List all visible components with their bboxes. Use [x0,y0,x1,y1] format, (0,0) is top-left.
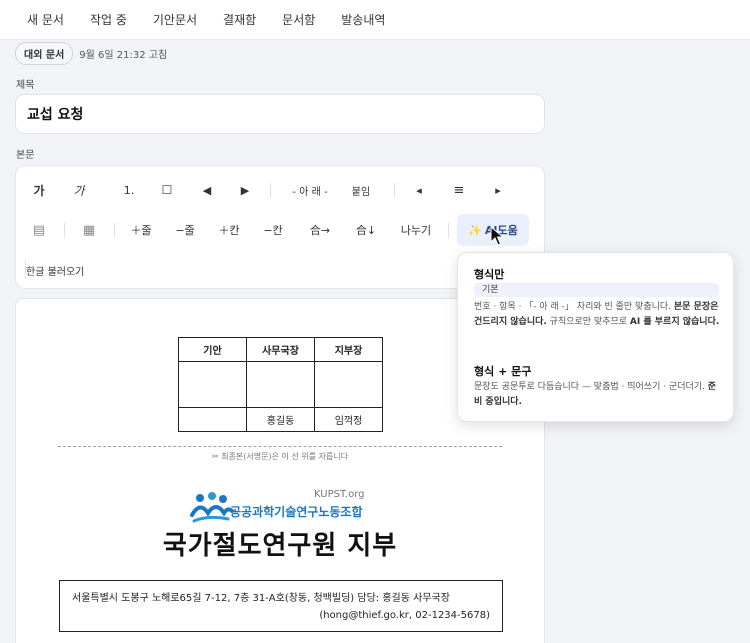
next-arrow-icon[interactable]: ▶ [234,174,256,206]
delete-column-button[interactable]: −칸 [258,214,288,246]
doc-meta: 대외 문서 9월 6일 21:32 고침 [15,42,167,65]
title-label: 제목 [16,80,35,91]
nav-in-progress[interactable]: 작업 중 [77,0,140,40]
logo-org-name: 공공과학기술연구노동조합 [230,505,363,519]
option-default-chip: 기본 [474,283,719,297]
toolbar-divider [448,223,449,238]
split-cell-button[interactable]: 나누기 [396,214,436,246]
approval-header-secretary: 사무국장 [246,337,315,362]
list-icon[interactable]: ▤ [28,214,50,246]
nav-sent-history[interactable]: 발송내역 [328,0,398,40]
add-row-button[interactable]: ＋줄 [126,214,156,246]
mouse-cursor-icon [490,226,504,246]
approval-signature-cell [314,361,383,408]
nav-drafts[interactable]: 기안문서 [140,0,210,40]
option-format-text-desc: 문장도 공문투로 다듬습니다 — 맞춤법 · 띄어쓰기 · 군더더기. 준비 중… [474,382,717,407]
cut-line [58,446,502,447]
below-marker-button[interactable]: - 아 래 - [282,174,338,206]
toolbar-divider [394,183,395,198]
toolbar-row-2: ▤ ▦ ＋줄 −줄 ＋칸 −칸 合→ 合↓ 나누기 ✨ AI도움 [16,214,544,246]
edited-timestamp: 9월 6일 21:32 고침 [79,50,168,61]
bold-button[interactable]: 가 [28,174,50,206]
body-label: 본문 [16,150,35,161]
approval-name-branch-head: 임꺽정 [314,407,383,432]
doc-type-badge[interactable]: 대외 문서 [15,42,74,65]
approval-signature-cell [178,361,247,408]
option-format-text-title[interactable]: 형식 + 문구 [474,363,531,379]
merge-right-button[interactable]: 合→ [304,214,336,246]
numbered-list-button[interactable]: 1. [118,174,140,206]
align-right-icon[interactable]: ▸ [487,174,509,206]
approval-name-secretary: 홍길동 [246,407,315,432]
option-format-only-title[interactable]: 형식만 [474,266,504,282]
approval-header-drafter: 기안 [178,337,247,362]
table-icon[interactable]: ▦ [78,214,100,246]
option-format-only-desc: 번호 · 항목 · 「- 아 래 -」 자리와 빈 줄만 맞춥니다. 본문 문장… [474,302,720,327]
nav-approval-box[interactable]: 결재함 [210,0,269,40]
approval-signature-cell [246,361,315,408]
italic-button[interactable]: 가 [68,174,90,206]
cut-notice: ✂ 최종본(서명문)은 이 선 위를 자릅니다 [211,452,349,461]
address-line-2: (hong@thief.go.kr, 02-1234-5678) [319,610,490,621]
ai-help-popup: 형식만 기본 번호 · 항목 · 「- 아 래 -」 자리와 빈 줄만 맞춥니다… [457,252,734,422]
sparkle-icon: ✨ [468,223,482,237]
approval-name-drafter [178,407,247,432]
align-left-icon[interactable]: ◂ [408,174,430,206]
nav-document-box[interactable]: 문서함 [269,0,328,40]
org-title: 국가절도연구원 지부 [162,531,398,561]
prev-arrow-icon[interactable]: ◀ [196,174,218,206]
toolbar-divider [270,183,271,198]
toolbar-divider [64,223,65,238]
nav-new-doc[interactable]: 새 문서 [14,0,77,40]
logo-domain: KUPST.org [314,489,365,500]
title-input[interactable]: 교섭 요청 [15,94,545,134]
checkbox-icon[interactable]: ☐ [156,174,178,206]
address-line-1: 서울특별시 도봉구 노해로65길 7-12, 7층 31-A호(창동, 청백빌딩… [72,593,450,604]
attachment-button[interactable]: 붙임 [344,174,378,206]
approval-header-branch-head: 지부장 [314,337,383,362]
import-hwp-button[interactable]: 한글 불러오기 [24,258,84,282]
merge-down-button[interactable]: 合↓ [350,214,382,246]
delete-row-button[interactable]: −줄 [170,214,200,246]
top-nav: 새 문서 작업 중 기안문서 결재함 문서함 발송내역 [0,0,750,40]
add-column-button[interactable]: ＋칸 [214,214,244,246]
toolbar-row-1: 가 가 1. ☐ ◀ ▶ - 아 래 - 붙임 ◂ ≡ ▸ [16,174,544,206]
approval-table: 기안 사무국장 지부장 홍길동 임꺽정 [178,337,383,432]
toolbar-divider [114,223,115,238]
align-center-icon[interactable]: ≡ [448,174,470,206]
address-box: 서울특별시 도봉구 노해로65길 7-12, 7층 31-A호(창동, 청백빌딩… [59,580,503,632]
